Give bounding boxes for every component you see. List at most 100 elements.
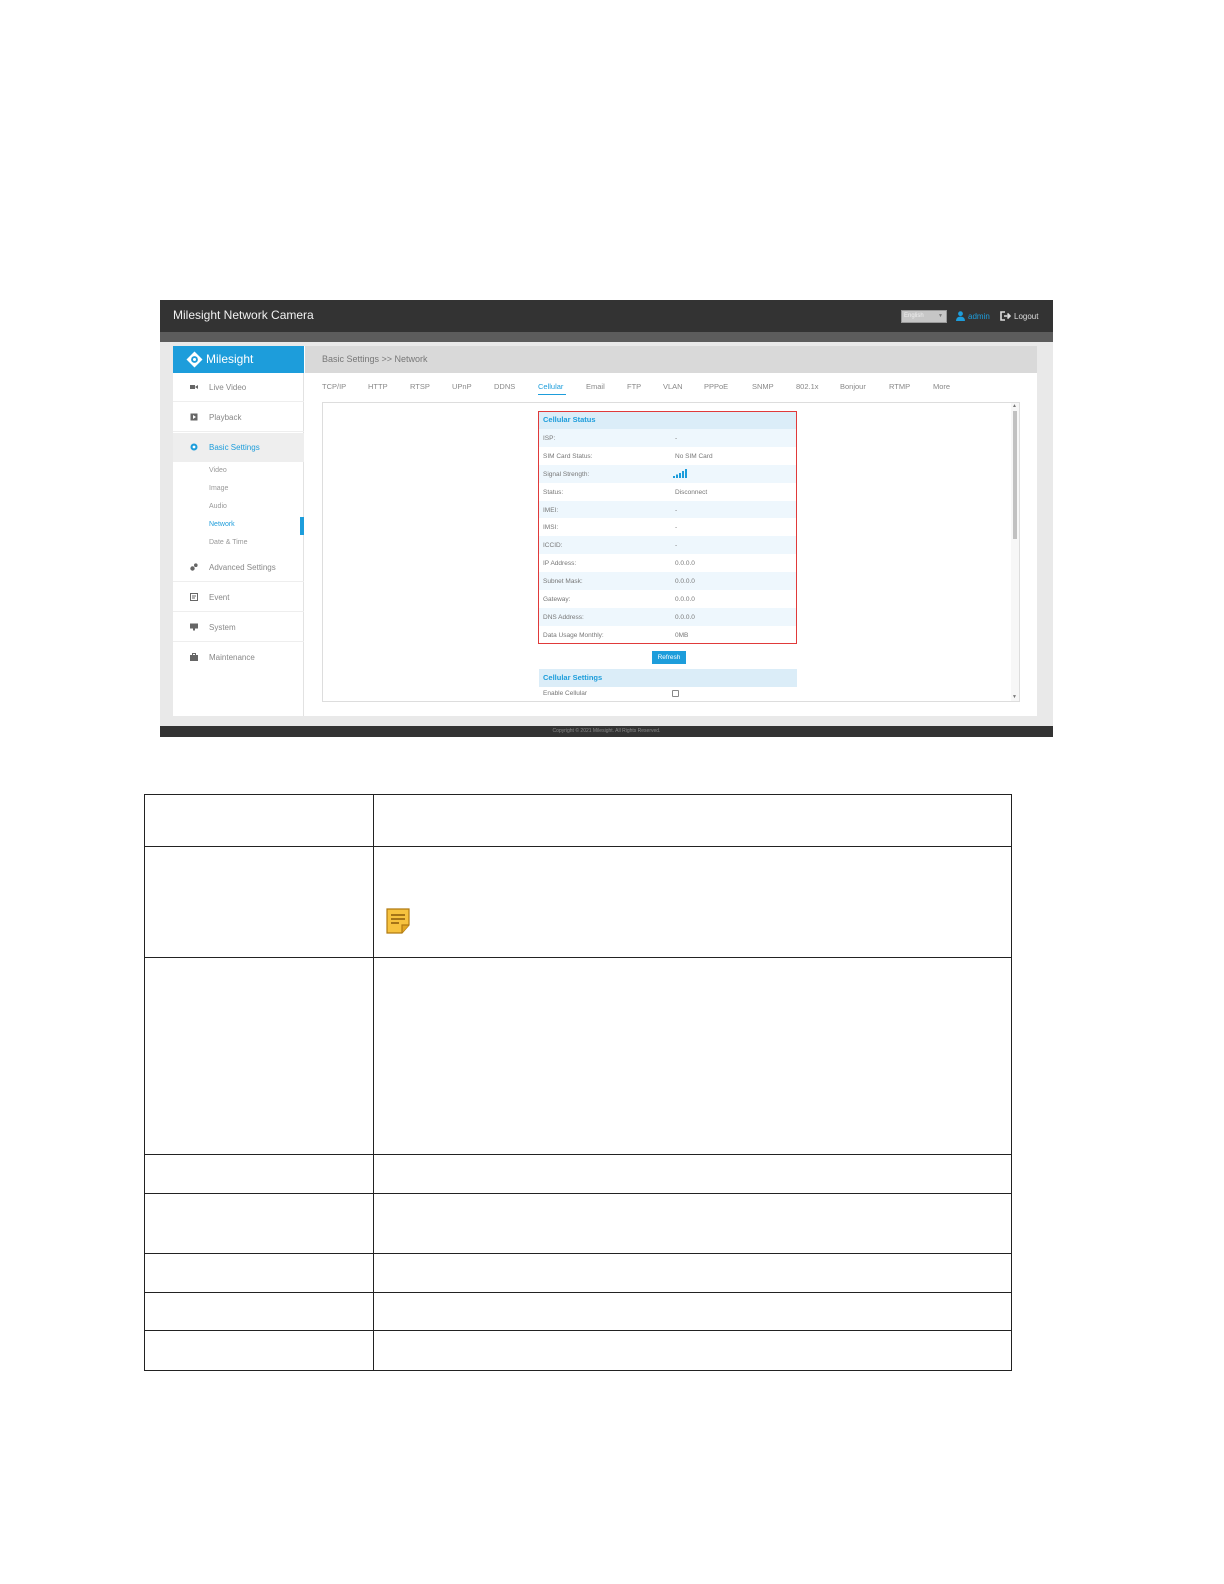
breadcrumb: Basic Settings >> Network <box>305 346 1037 373</box>
tab-rtmp[interactable]: RTMP <box>889 382 910 391</box>
table-cell <box>144 1253 374 1293</box>
tab-email[interactable]: Email <box>586 382 605 391</box>
scroll-up-icon[interactable]: ▲ <box>1012 403 1017 409</box>
parameter-table <box>144 794 1012 1371</box>
table-row <box>144 1154 1012 1194</box>
language-select[interactable]: English ▼ <box>901 310 947 323</box>
table-cell <box>373 1292 1012 1331</box>
top-bar: Milesight Network Camera English ▼ admin… <box>160 300 1053 332</box>
tab-ftp[interactable]: FTP <box>627 382 641 391</box>
app-title: Milesight Network Camera <box>173 308 314 322</box>
sidebar-item-advanced-settings[interactable]: Advanced Settings <box>173 553 304 582</box>
table-cell <box>144 846 374 958</box>
tab-802-1x[interactable]: 802.1x <box>796 382 819 391</box>
table-cell <box>144 1330 374 1371</box>
table-row <box>144 1253 1012 1293</box>
sidebar-subitem-image[interactable]: Image <box>209 485 228 492</box>
sidebar-item-label: Playback <box>209 413 242 422</box>
language-select-value: English <box>904 313 924 319</box>
sidebar: Milesight Live Video Playback Basic Sett… <box>173 346 304 716</box>
table-cell <box>373 1154 1012 1194</box>
milesight-logo-icon <box>186 351 203 368</box>
scrollbar-thumb[interactable] <box>1013 411 1017 539</box>
tab-pppoe[interactable]: PPPoE <box>704 382 728 391</box>
sidebar-item-label: System <box>209 623 236 632</box>
cellular-settings-title: Cellular Settings <box>539 669 797 687</box>
sidebar-subitem-date-time[interactable]: Date & Time <box>209 539 248 546</box>
tab-ddns[interactable]: DDNS <box>494 382 515 391</box>
table-cell <box>373 1253 1012 1293</box>
tab-vlan[interactable]: VLAN <box>663 382 683 391</box>
camera-web-ui-screenshot: Milesight Network Camera English ▼ admin… <box>160 300 1053 737</box>
tab-http[interactable]: HTTP <box>368 382 388 391</box>
logout-icon <box>1000 311 1011 321</box>
table-cell <box>373 846 1012 958</box>
enable-cellular-row: Enable Cellular <box>539 687 797 701</box>
enable-cellular-label: Enable Cellular <box>543 690 588 697</box>
gears-icon <box>190 563 198 571</box>
brand-name: Milesight <box>206 352 254 366</box>
table-cell <box>144 1292 374 1331</box>
table-cell <box>144 1154 374 1194</box>
note-icon <box>386 908 410 934</box>
highlight-frame <box>538 411 797 644</box>
sidebar-subitem-network[interactable]: Network <box>209 521 235 528</box>
scroll-down-icon[interactable]: ▼ <box>1012 694 1017 700</box>
tab-more[interactable]: More <box>933 382 950 391</box>
tab-cellular[interactable]: Cellular <box>538 382 563 391</box>
event-icon <box>190 593 198 601</box>
table-row <box>144 1330 1012 1371</box>
table-cell <box>373 1193 1012 1254</box>
logout-button[interactable]: Logout <box>1000 311 1038 321</box>
sidebar-item-live-video[interactable]: Live Video <box>173 373 304 402</box>
table-cell <box>373 794 1012 847</box>
enable-cellular-checkbox[interactable] <box>672 690 679 697</box>
footer-copyright: Copyright © 2021 Milesight. All Rights R… <box>160 726 1053 737</box>
sidebar-item-playback[interactable]: Playback <box>173 403 304 432</box>
table-row <box>144 846 1012 958</box>
sidebar-item-event[interactable]: Event <box>173 583 304 612</box>
tab-upnp[interactable]: UPnP <box>452 382 472 391</box>
table-row <box>144 794 1012 847</box>
active-indicator <box>300 517 304 535</box>
user-link[interactable]: admin <box>956 311 990 321</box>
sub-bar <box>160 332 1053 342</box>
active-tab-underline <box>538 394 566 395</box>
cellular-settings-section: Cellular Settings <box>539 669 797 687</box>
tab-tcp-ip[interactable]: TCP/IP <box>322 382 346 391</box>
gear-icon <box>190 443 198 451</box>
tab-snmp[interactable]: SNMP <box>752 382 774 391</box>
refresh-button[interactable]: Refresh <box>652 651 686 664</box>
scrollbar[interactable]: ▲ ▼ <box>1011 403 1019 701</box>
table-cell <box>144 794 374 847</box>
table-cell <box>373 957 1012 1155</box>
sidebar-item-label: Maintenance <box>209 653 255 662</box>
sidebar-subitem-video[interactable]: Video <box>209 467 227 474</box>
sidebar-item-label: Advanced Settings <box>209 563 276 572</box>
table-row <box>144 1292 1012 1331</box>
sidebar-item-system[interactable]: System <box>173 613 304 642</box>
table-cell <box>144 957 374 1155</box>
sidebar-item-label: Live Video <box>209 383 247 392</box>
sidebar-item-basic-settings[interactable]: Basic Settings <box>173 433 304 462</box>
play-icon <box>190 413 198 421</box>
table-cell <box>373 1330 1012 1371</box>
monitor-icon <box>190 623 198 631</box>
brand-header: Milesight <box>173 346 304 373</box>
sidebar-item-label: Basic Settings <box>209 443 260 452</box>
sidebar-subitem-audio[interactable]: Audio <box>209 503 227 510</box>
table-row <box>144 957 1012 1155</box>
tab-rtsp[interactable]: RTSP <box>410 382 430 391</box>
sidebar-item-label: Event <box>209 593 230 602</box>
content-panel: Milesight Live Video Playback Basic Sett… <box>173 346 1037 716</box>
user-icon <box>956 311 965 321</box>
user-name: admin <box>968 311 990 321</box>
toolbox-icon <box>190 653 198 661</box>
video-camera-icon <box>190 385 198 389</box>
table-row <box>144 1193 1012 1254</box>
logout-label: Logout <box>1014 311 1039 321</box>
chevron-down-icon: ▼ <box>938 313 943 319</box>
cellular-panel: Cellular Status ISP: - SIM Card Status: No… <box>322 402 1020 702</box>
sidebar-item-maintenance[interactable]: Maintenance <box>173 643 304 672</box>
tab-bonjour[interactable]: Bonjour <box>840 382 866 391</box>
